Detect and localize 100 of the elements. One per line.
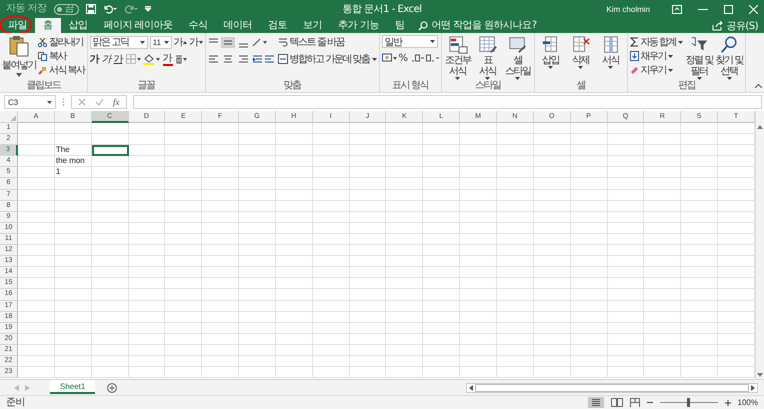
group-label: 셀	[575, 80, 586, 92]
caret-icon	[668, 54, 674, 58]
scroll-right-icon[interactable]	[751, 384, 755, 390]
bold-button[interactable]: 가	[90, 52, 100, 66]
maximize-icon[interactable]	[724, 4, 733, 14]
clear-button[interactable]: 지우기	[630, 63, 684, 77]
orientation-icon[interactable]	[252, 36, 267, 48]
percent-button[interactable]: %	[398, 51, 409, 65]
fill-down-icon	[630, 51, 639, 61]
scroll-up-icon[interactable]	[757, 125, 763, 129]
caret-icon	[668, 68, 674, 72]
share-button[interactable]: 공유(S)	[712, 18, 764, 33]
caret-icon	[16, 73, 22, 77]
ribbon-tab[interactable]: 홈	[35, 18, 60, 33]
formula-field[interactable]	[132, 95, 762, 109]
cell-brush-icon	[508, 35, 528, 55]
delete-cells-button[interactable]: 삭제	[566, 35, 595, 69]
sheet-tab[interactable]: Sheet1	[50, 380, 96, 394]
sheet-cell: The	[54, 145, 92, 156]
ribbon-tab[interactable]: 추가 기능	[330, 18, 387, 33]
ribbon-tab[interactable]: 팀	[386, 18, 412, 33]
find-select-button[interactable]: 찾기 및 선택	[715, 35, 744, 80]
eraser-icon	[630, 65, 639, 75]
zoom-in-icon[interactable]	[724, 400, 731, 406]
font-size-field[interactable]: 11	[150, 36, 172, 48]
cell-styles-button[interactable]: 셀 스타일	[504, 35, 532, 80]
group-label: 맞춤	[282, 80, 302, 92]
currency-icon[interactable]	[382, 53, 397, 63]
underline-button[interactable]: 가	[114, 52, 124, 66]
new-sheet-icon[interactable]	[107, 382, 118, 392]
ribbon-tab[interactable]: 보기	[295, 18, 330, 33]
vertical-scrollbar[interactable]	[755, 111, 764, 379]
horizontal-scrollbar[interactable]	[466, 382, 758, 392]
zoom-out-icon[interactable]	[646, 401, 653, 404]
zoom-percent: 100%	[738, 398, 758, 407]
indent-icons[interactable]	[252, 54, 276, 64]
format-painter-button[interactable]: 서식 복사	[38, 63, 85, 77]
save-icon[interactable]	[86, 4, 96, 14]
brush-icon	[38, 66, 47, 74]
caret-icon	[164, 40, 169, 44]
caret-icon	[485, 77, 490, 80]
caret-icon	[608, 66, 614, 69]
cut-button[interactable]: 잘라내기	[38, 35, 85, 49]
insert-cells-button[interactable]: 삽입	[536, 35, 565, 69]
fill-color-icon[interactable]	[142, 54, 160, 64]
ribbon-tab[interactable]: 페이지 레이아웃	[96, 18, 181, 33]
collapse-ribbon-icon[interactable]	[755, 84, 762, 88]
merge-cells-icon	[278, 54, 288, 64]
scroll-left-icon[interactable]	[469, 384, 473, 390]
page-layout-icon[interactable]	[610, 398, 623, 407]
up-caret-icon	[183, 40, 188, 44]
vertical-align-icons[interactable]	[208, 36, 250, 48]
ribbon-tab[interactable]: 데이터	[216, 18, 260, 33]
customize-caret-icon[interactable]	[145, 6, 152, 12]
caret-icon	[578, 66, 584, 69]
status-text: 준비	[6, 396, 25, 408]
close-icon[interactable]	[749, 4, 758, 14]
font-name-field[interactable]: 맑은 고딕	[90, 36, 148, 48]
paste-button[interactable]: 붙여넣기	[2, 35, 36, 77]
zoom-slider-thumb[interactable]	[687, 398, 690, 407]
group-label: 스타일	[474, 80, 502, 92]
italic-button[interactable]: 가	[102, 52, 112, 66]
font-color-button[interactable]: 가	[162, 52, 173, 66]
conditional-format-button[interactable]: 조건부 서식	[444, 35, 472, 80]
autosum-button[interactable]: 자동 합계	[630, 35, 684, 49]
ribbon-tab[interactable]: 삽입	[60, 18, 96, 33]
group-label: 편집	[676, 80, 696, 92]
insert-function-button[interactable]: fx	[113, 97, 120, 107]
scroll-down-icon[interactable]	[757, 373, 763, 377]
ribbon-tab[interactable]: 수식	[180, 18, 216, 33]
window-title: 통합 문서1 - Excel	[342, 3, 422, 16]
autosave-label: 자동 저장	[6, 3, 47, 15]
fill-button[interactable]: 채우기	[630, 49, 684, 63]
format-cells-button[interactable]: 서식	[596, 35, 625, 69]
page-break-icon[interactable]	[630, 398, 640, 407]
copy-icon	[38, 52, 47, 60]
phonetic-guide-icon[interactable]	[174, 54, 187, 64]
normal-view-icon[interactable]	[588, 397, 604, 408]
check-icon[interactable]	[95, 98, 104, 106]
horizontal-align-icons[interactable]	[208, 54, 250, 64]
ribbon-tab[interactable]: 검토	[260, 18, 296, 33]
scroll-thumb[interactable]	[475, 384, 749, 392]
undo-icon[interactable]	[103, 4, 118, 14]
copy-button[interactable]: 복사	[38, 49, 85, 63]
ribbon-tab[interactable]: 파일	[0, 18, 35, 33]
grow-font-button[interactable]: 가	[174, 35, 188, 49]
caret-icon	[140, 40, 145, 44]
name-box[interactable]: C3	[4, 95, 56, 109]
ribbon-display-icon[interactable]	[672, 4, 682, 14]
format-as-table-button[interactable]: 표 서식	[474, 35, 502, 80]
merge-center-button[interactable]: 병합하고 가운데 맞춤	[278, 52, 377, 66]
wrap-text-button[interactable]: 텍스트 줄 바꿈	[278, 35, 377, 49]
shrink-font-button[interactable]: 가	[189, 35, 203, 49]
borders-icon[interactable]	[126, 54, 141, 64]
redo-icon[interactable]	[124, 4, 138, 14]
decimal-icons[interactable]	[410, 53, 439, 63]
user-name: Kim cholmin	[606, 4, 650, 14]
sort-filter-button[interactable]: 정렬 및 필터	[685, 35, 714, 80]
number-format-field[interactable]: 일반	[382, 35, 438, 48]
tell-me-field[interactable]: 어떤 작업을 원하시나요?	[431, 20, 560, 31]
